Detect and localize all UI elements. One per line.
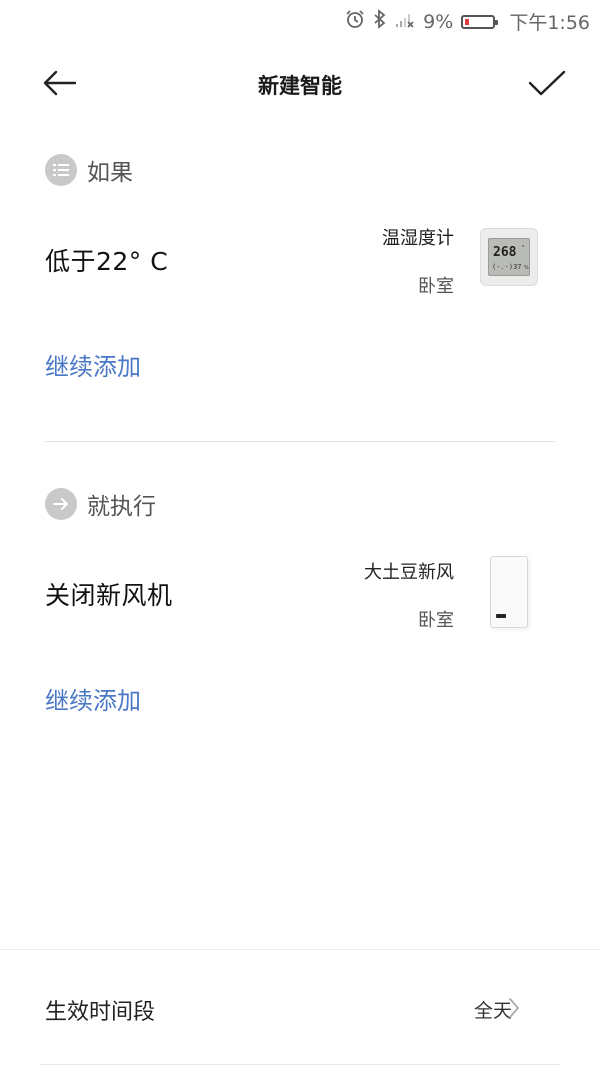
if-section-header: 如果 (45, 153, 133, 187)
status-icons: 9% 下午1:56 (345, 8, 590, 35)
section-divider (45, 441, 555, 442)
active-period-value: 全天 (473, 1000, 512, 1022)
condition-text: 低于22° C (45, 247, 169, 276)
action-text: 关闭新风机 (45, 581, 173, 610)
thermometer-image: 268 ° (-.-)37 % (480, 228, 538, 286)
arrow-right-icon (45, 488, 77, 520)
action-device-room: 卧室 (418, 610, 454, 631)
if-section-label: 如果 (87, 160, 133, 186)
air-purifier-image (490, 556, 528, 628)
then-add-more-link[interactable]: 继续添加 (45, 681, 141, 716)
battery-percent: 9% (423, 10, 454, 33)
svg-text:268: 268 (493, 245, 517, 260)
svg-text:%: % (524, 265, 529, 271)
checkmark-icon (528, 69, 566, 101)
condition-device-name: 温湿度计 (382, 228, 454, 249)
action-device-name: 大土豆新风 (364, 562, 454, 583)
then-section-header: 就执行 (45, 487, 156, 521)
confirm-button[interactable] (522, 62, 572, 108)
list-icon (45, 154, 77, 186)
active-period-label: 生效时间段 (45, 1000, 156, 1025)
status-bar: 9% 下午1:56 (0, 0, 600, 40)
chevron-right-icon (508, 996, 520, 1024)
signal-icon (395, 10, 415, 33)
svg-text:(-.-)37: (-.-)37 (492, 263, 522, 271)
condition-device-room: 卧室 (418, 276, 454, 297)
svg-text:°: ° (522, 245, 525, 251)
alarm-icon (345, 9, 365, 34)
battery-icon (461, 14, 499, 29)
page-title: 新建智能 (258, 74, 342, 98)
bottom-line (40, 1064, 560, 1065)
clock: 下午1:56 (509, 12, 590, 34)
then-section-label: 就执行 (87, 494, 156, 520)
bluetooth-icon (373, 9, 387, 34)
if-add-more-link[interactable]: 继续添加 (45, 347, 141, 382)
